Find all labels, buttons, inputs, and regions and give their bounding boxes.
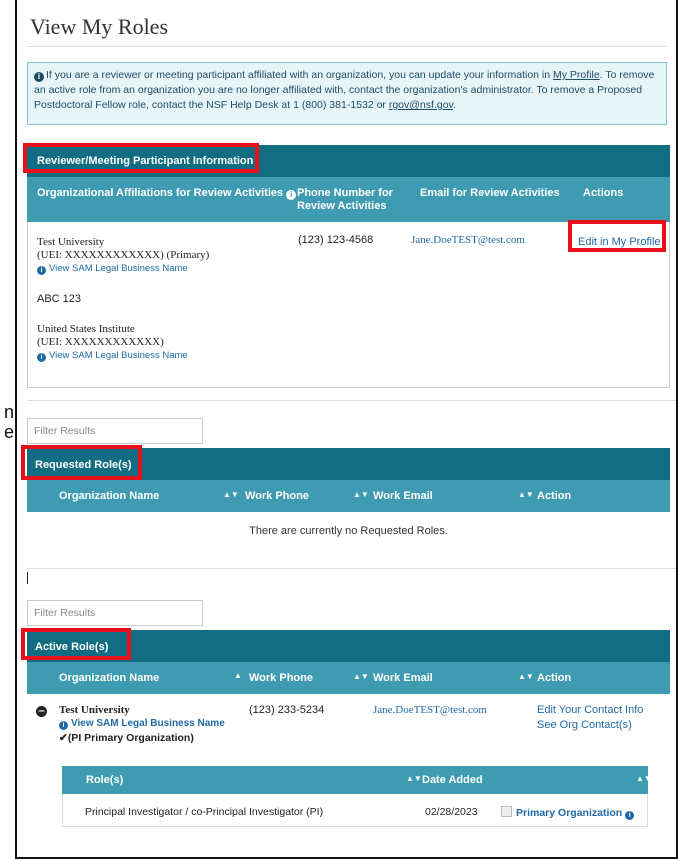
sort-icon[interactable]: ▲▼ — [353, 490, 369, 499]
active-filter-input[interactable]: Filter Results — [27, 600, 203, 626]
requested-column-header: Organization Name ▲▼ Work Phone ▲▼ Work … — [27, 480, 670, 512]
my-profile-link[interactable]: My Profile — [553, 69, 600, 81]
edit-profile-highlight — [568, 220, 666, 252]
help-email-link[interactable]: rgov@nsf.gov — [389, 99, 453, 111]
edit-contact-link[interactable]: Edit Your Contact Info — [537, 704, 643, 716]
org1-sam-link[interactable]: i View SAM Legal Business Name — [37, 263, 188, 275]
section-divider — [27, 568, 676, 569]
reviewer-email-link[interactable]: Jane.DoeTEST@test.com — [411, 234, 525, 246]
sort-icon[interactable]: ▲▼ — [518, 490, 534, 499]
active-col-action: Action — [537, 672, 572, 684]
info-icon: i — [59, 721, 68, 730]
title-divider — [27, 46, 666, 47]
roles-col-role: Role(s) — [86, 774, 124, 786]
requested-col-action: Action — [537, 490, 572, 502]
org2-name: ABC 123 — [37, 293, 82, 305]
roles-page: View My Roles i If you are a reviewer or … — [15, 0, 678, 859]
role-date: 02/28/2023 — [425, 806, 478, 818]
info-icon[interactable]: i — [625, 811, 635, 820]
requested-col-org[interactable]: Organization Name — [59, 490, 159, 502]
org3-name: United States Institute — [37, 323, 135, 335]
col-affiliations: Organizational Affiliations for Review A… — [37, 187, 298, 200]
affiliations-info-icon[interactable]: i — [286, 190, 297, 200]
roles-col-date[interactable]: Date Added — [422, 774, 483, 786]
roles-subtable-header: Role(s) ▲▼ Date Added ▲▼ — [62, 766, 652, 794]
sort-icon[interactable]: ▲▼ — [223, 490, 239, 499]
primary-checkbox[interactable] — [501, 806, 512, 817]
active-email-link[interactable]: Jane.DoeTEST@test.com — [373, 704, 487, 716]
active-heading-highlight — [21, 628, 131, 660]
col-actions: Actions — [583, 187, 624, 199]
see-org-contacts-link[interactable]: See Org Contact(s) — [537, 719, 632, 731]
org3-uei: (UEI: XXXXXXXXXXXX) — [37, 336, 164, 348]
reviewer-phone: (123) 123-4568 — [298, 234, 374, 246]
active-col-org[interactable]: Organization Name — [59, 672, 159, 684]
requested-col-email[interactable]: Work Email — [373, 490, 433, 502]
collapse-icon[interactable]: – — [36, 706, 47, 717]
info-alert: i If you are a reviewer or meeting partic… — [27, 62, 667, 125]
reviewer-column-header: Organizational Affiliations for Review A… — [27, 177, 670, 222]
requested-col-phone[interactable]: Work Phone — [245, 490, 309, 502]
active-sam-link[interactable]: i View SAM Legal Business Name — [59, 718, 225, 730]
requested-filter-input[interactable]: Filter Results — [27, 418, 203, 444]
requested-heading-highlight — [21, 445, 142, 480]
org1-name: Test University — [37, 236, 105, 248]
active-col-email[interactable]: Work Email — [373, 672, 433, 684]
active-col-phone[interactable]: Work Phone — [249, 672, 313, 684]
sort-icon[interactable]: ▲▼ — [406, 774, 422, 783]
sort-asc-icon[interactable]: ▲ — [234, 671, 242, 680]
requested-empty-text: There are currently no Requested Roles. — [249, 525, 448, 537]
reviewer-heading-highlight — [23, 143, 259, 173]
info-text-1: If you are a reviewer or meeting partici… — [46, 69, 554, 81]
col-email: Email for Review Activities — [420, 187, 560, 199]
active-org-name: Test University — [59, 704, 130, 716]
info-icon: i — [37, 353, 46, 362]
info-icon: i — [37, 266, 46, 275]
col-phone: Phone Number for Review Activities — [297, 187, 393, 212]
text-cursor — [27, 572, 28, 584]
checkmark-icon: ✔ — [59, 732, 68, 744]
sort-icon[interactable]: ▲▼ — [353, 672, 369, 681]
active-primary-label: ✔(PI Primary Organization) — [59, 732, 194, 744]
info-text-3: . — [453, 99, 456, 111]
active-phone: (123) 233-5234 — [249, 704, 325, 716]
active-column-header: Organization Name ▲ Work Phone ▲▼ Work E… — [27, 662, 670, 694]
edge-fragment-e: e — [3, 422, 14, 442]
page-title: View My Roles — [30, 14, 169, 39]
section-divider — [27, 400, 676, 401]
primary-organization-label: Primary Organization i — [501, 806, 635, 820]
org3-sam-link[interactable]: i View SAM Legal Business Name — [37, 350, 188, 362]
org1-uei: (UEI: XXXXXXXXXXXX) (Primary) — [37, 249, 210, 261]
sort-icon[interactable]: ▲▼ — [518, 672, 534, 681]
roles-subtable-row: Principal Investigator / co-Principal In… — [62, 794, 648, 827]
sort-icon[interactable]: ▲▼ — [636, 774, 652, 783]
role-name: Principal Investigator / co-Principal In… — [85, 806, 324, 818]
edge-fragments: n e — [0, 400, 14, 460]
info-icon: i — [34, 72, 44, 82]
